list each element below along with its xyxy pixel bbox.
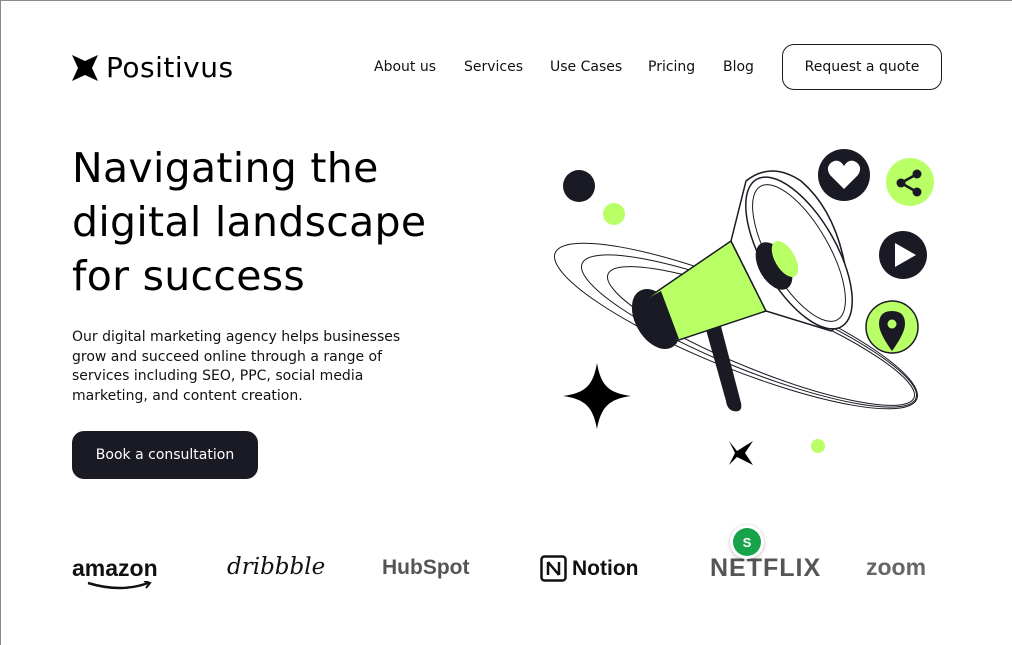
nav-use-cases[interactable]: Use Cases [550,59,622,75]
brand-name: Positivus [106,51,234,84]
sparkle-icon [563,363,631,429]
user-avatar[interactable]: S [730,525,764,559]
hero-title-line: digital landscape [72,198,427,246]
amazon-smile-icon [87,581,152,590]
request-quote-button[interactable]: Request a quote [782,44,942,90]
dot-dark [563,170,595,202]
dot-green [603,203,625,225]
hero-illustration [554,149,934,465]
share-bubble [886,158,934,206]
brand-logo[interactable]: Positivus [72,51,234,84]
client-logos: amazon dribbble HubSpot Notion NETFLIX z… [72,549,944,590]
nav-services[interactable]: Services [464,59,523,75]
nav-pricing[interactable]: Pricing [648,59,695,75]
zoom-logo: zoom [866,554,927,580]
book-consultation-button[interactable]: Book a consultation [72,431,258,479]
hero-title-line: for success [72,252,306,300]
dot-green [811,439,825,453]
dribbble-logo: dribbble [227,554,326,580]
nav-blog[interactable]: Blog [723,59,754,75]
hubspot-logo: HubSpot [382,556,470,579]
notion-icon [540,555,567,582]
notion-logo-text: Notion [572,556,639,580]
hero-title: Navigating the digital landscape for suc… [72,141,472,303]
sparkle-small-icon [729,441,753,465]
nav-about-us[interactable]: About us [374,59,436,75]
hero-title-line: Navigating the [72,144,379,192]
logo-star-icon [72,54,98,81]
amazon-logo: amazon [72,555,158,590]
amazon-logo-text: amazon [72,555,158,581]
notion-logo: Notion [540,555,638,582]
netflix-logo: NETFLIX [710,554,822,582]
avatar-initial: S [733,528,761,556]
hero-description: Our digital marketing agency helps busin… [72,329,401,405]
